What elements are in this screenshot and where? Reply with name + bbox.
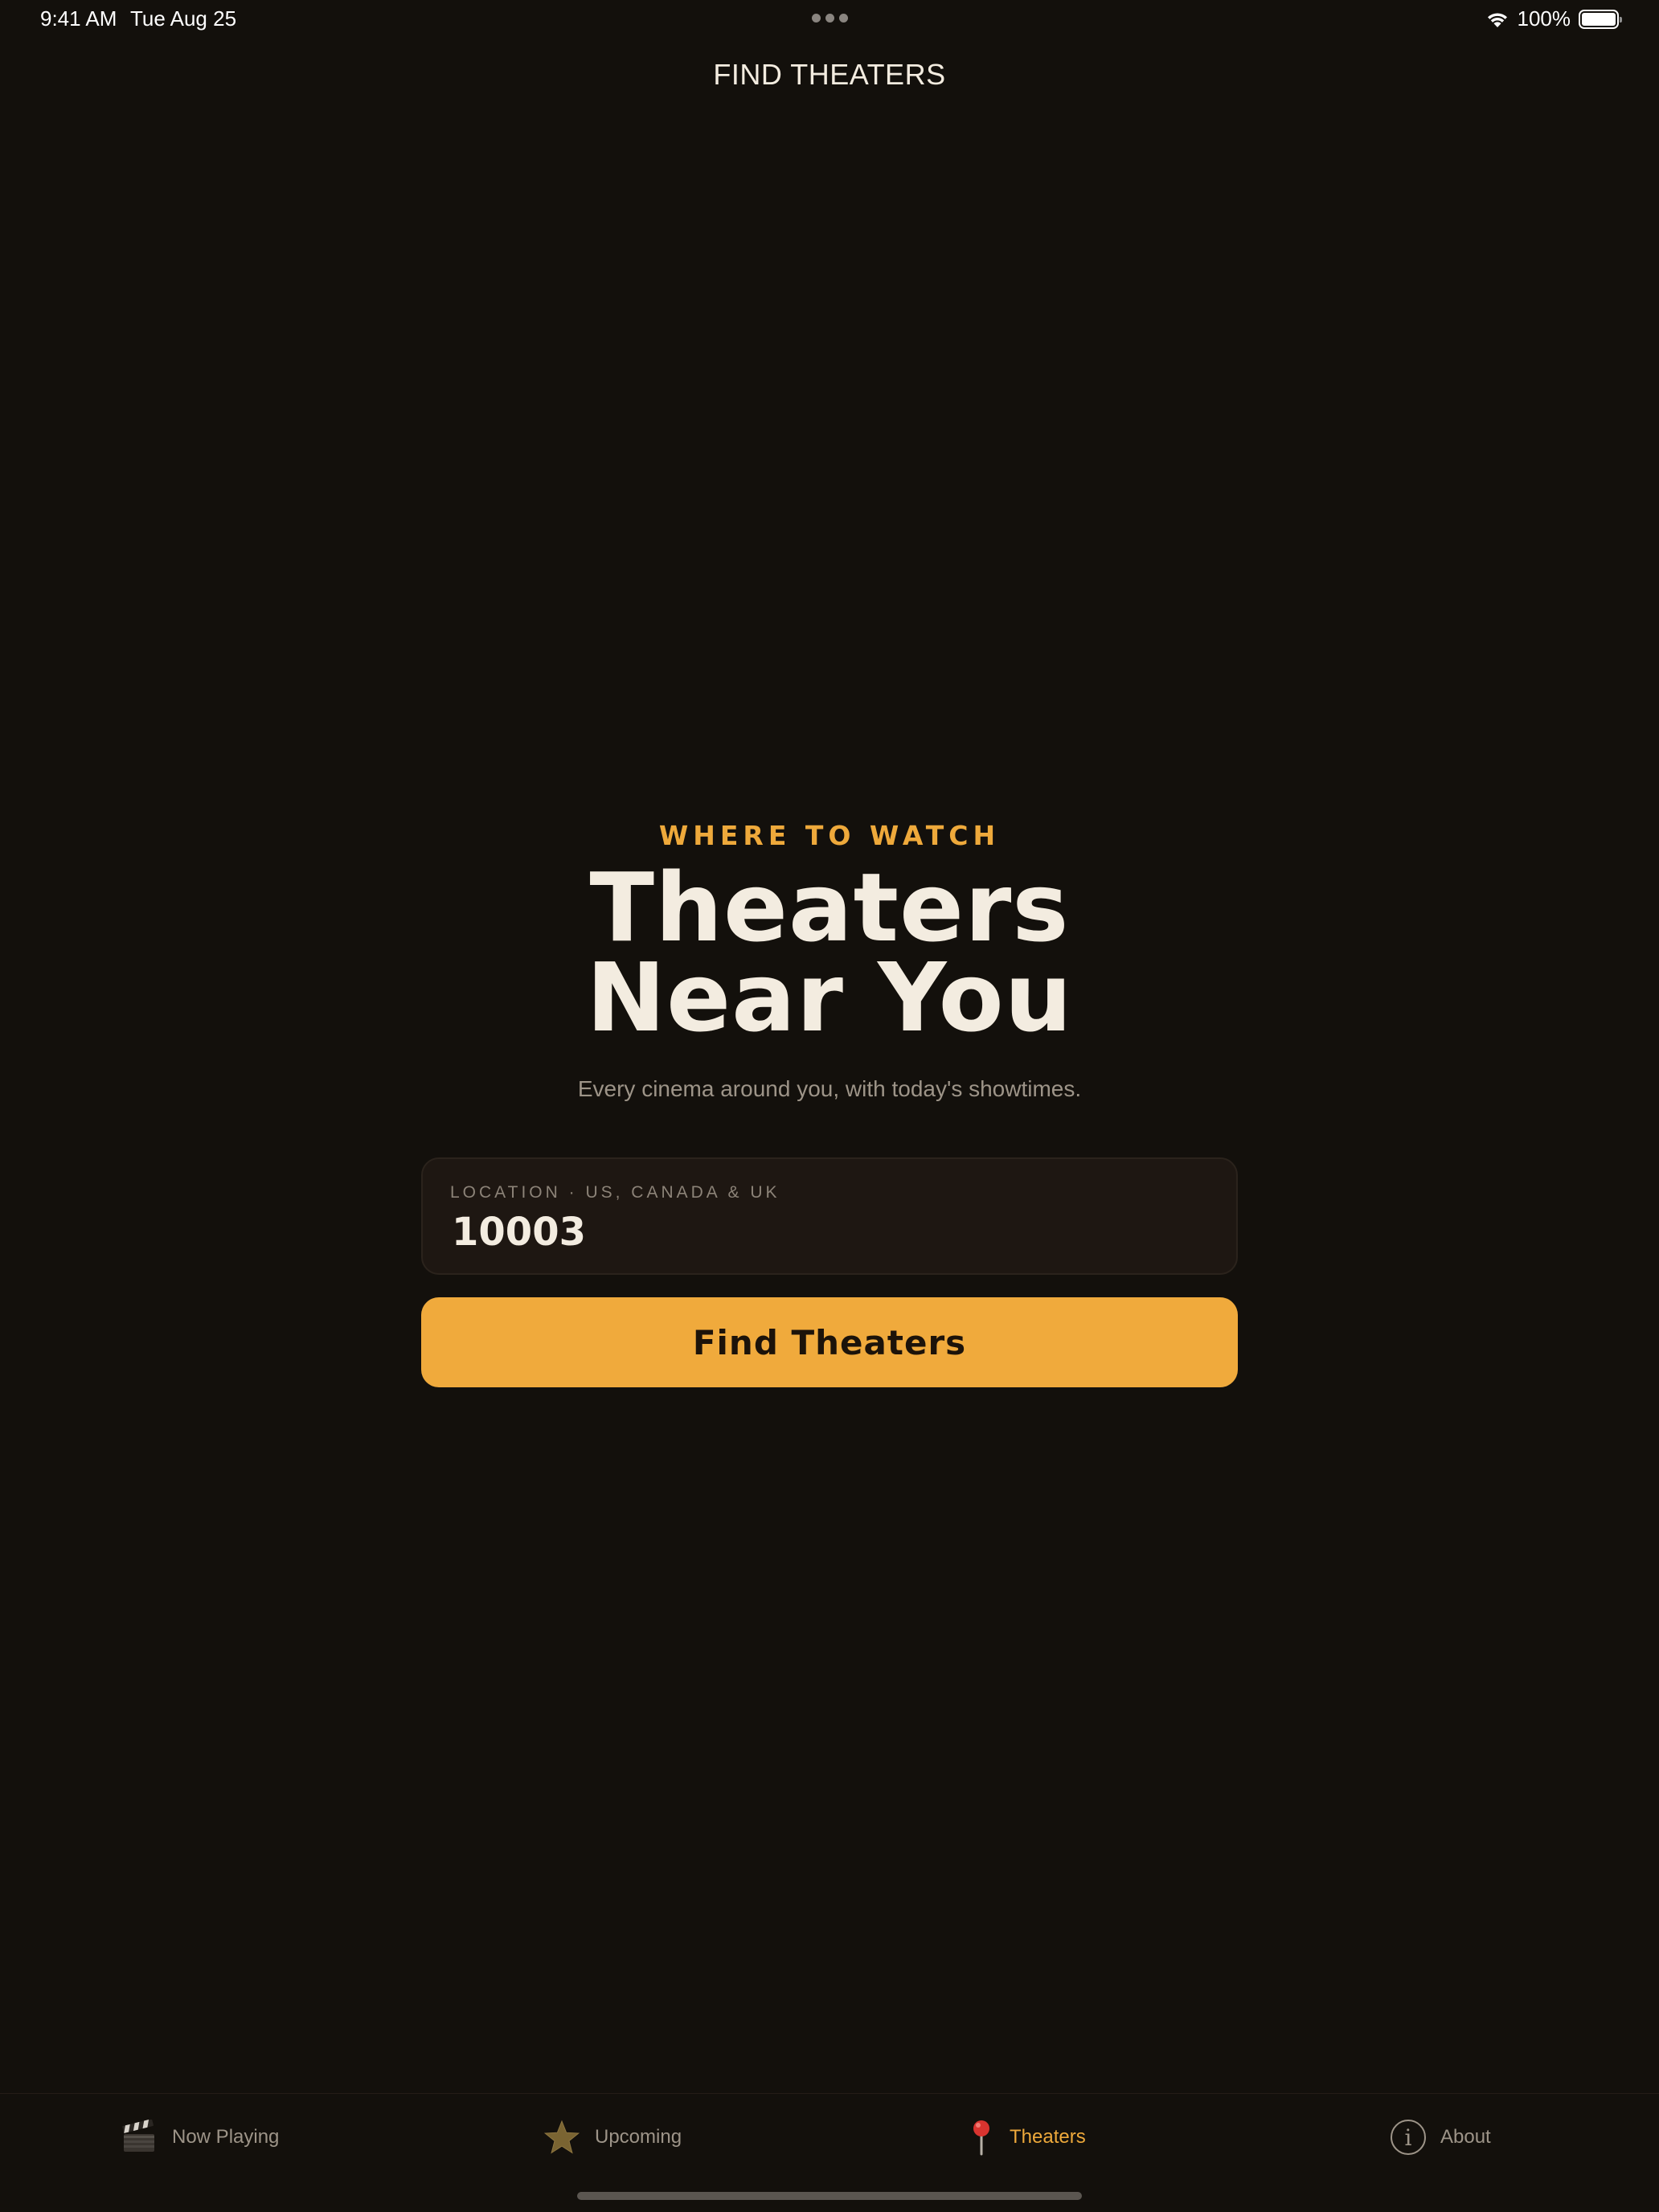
location-field[interactable]: LOCATION · US, CANADA & UK (421, 1157, 1238, 1275)
status-time: 9:41 AM (40, 6, 117, 31)
tab-label: Theaters (1010, 2126, 1086, 2148)
location-input[interactable] (452, 1206, 1175, 1259)
home-indicator[interactable] (577, 2192, 1082, 2200)
location-field-label: LOCATION · US, CANADA & UK (450, 1183, 780, 1202)
page-subtitle: Every cinema around you, with today's sh… (577, 1076, 1082, 1101)
tab-bar: Now Playing Upcoming Theaters i About (0, 2093, 1659, 2212)
page-headline: Theaters Near You (586, 852, 1073, 1053)
wifi-icon (1485, 10, 1509, 29)
multitasking-dots-icon[interactable] (812, 14, 848, 23)
tab-theaters[interactable]: Theaters (968, 2115, 1086, 2160)
tab-now-playing[interactable]: Now Playing (121, 2115, 279, 2160)
tab-about[interactable]: i About (1391, 2115, 1491, 2160)
pushpin-icon (968, 2119, 995, 2156)
tab-label: About (1440, 2126, 1491, 2148)
info-icon: i (1391, 2120, 1426, 2155)
status-date: Tue Aug 25 (130, 6, 237, 31)
tab-upcoming[interactable]: Upcoming (543, 2115, 682, 2160)
status-indicators: 100% (1485, 6, 1622, 31)
tab-label: Upcoming (595, 2126, 682, 2148)
status-bar: 9:41 AM Tue Aug 25 100% (0, 0, 1659, 39)
find-theaters-screen: 9:41 AM Tue Aug 25 100% FIND THEATERS WH… (0, 0, 1659, 2212)
eyebrow-label: WHERE TO WATCH (658, 820, 1001, 851)
battery-percent: 100% (1517, 6, 1571, 31)
find-theaters-button[interactable]: Find Theaters (421, 1297, 1238, 1387)
hero-section: WHERE TO WATCH Theaters Near You Every c… (0, 820, 1659, 1102)
star-icon (543, 2120, 580, 2155)
tab-label: Now Playing (172, 2126, 280, 2148)
clapperboard-icon (121, 2120, 158, 2155)
nav-title: FIND THEATERS (713, 58, 946, 91)
battery-icon (1579, 9, 1622, 29)
